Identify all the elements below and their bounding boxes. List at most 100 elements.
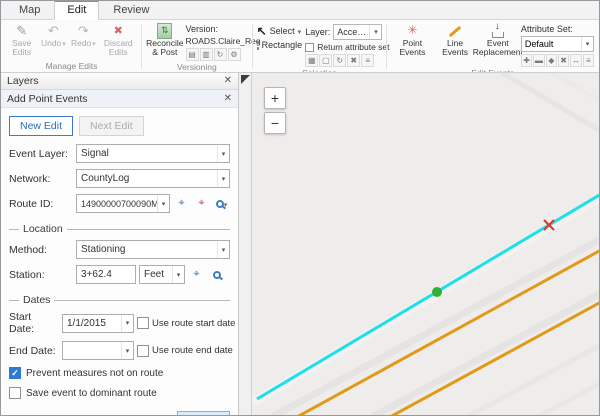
use-route-start-date-checkbox[interactable] [137,317,149,329]
boundary-line-1[interactable] [297,250,599,416]
station-input[interactable]: 3+62.4 [76,265,136,284]
end-date-dropdown-icon[interactable] [121,342,133,359]
station-unit-dropdown-icon[interactable] [172,266,184,283]
select-tool-button[interactable]: Select [257,24,304,38]
faint-road [552,73,599,101]
point-events-label: Point Events [393,39,431,58]
zoom-to-route-button[interactable] [213,195,230,212]
route-id-label: Route ID: [9,198,73,210]
point-events-button[interactable]: Point Events [391,22,433,67]
station-row: Station: 3+62.4 Feet ⌖ [9,265,230,284]
add-event-icon[interactable]: ✚ [521,54,532,67]
save-edits-button[interactable]: Save Edits [6,22,37,60]
network-select[interactable]: CountyLog [76,169,230,188]
attribute-set-label: Attribute Set: [521,24,573,34]
end-date-input[interactable] [62,341,134,360]
zoom-out-button[interactable]: − [264,112,286,134]
redo-dropdown-icon[interactable] [92,39,96,49]
dates-section-header: Dates [9,294,230,306]
route-id-dropdown-icon[interactable] [157,195,169,212]
reconcile-post-label: Reconcile & Post [146,39,183,58]
move-event-icon[interactable]: ↔ [570,54,581,67]
undo-icon [48,23,59,39]
new-edit-button[interactable]: New Edit [9,116,73,136]
reconcile-post-icon [157,23,172,39]
zoom-to-route-icon [216,200,224,208]
pick-station-on-map-icon[interactable]: ⌖ [188,266,205,283]
station-value: 3+62.4 [81,269,135,280]
split-event-icon[interactable]: ▬ [533,54,544,67]
selection-options-icon[interactable]: ≡ [361,54,374,67]
version-settings-icon[interactable]: ⚙ [228,48,241,61]
pick-route-icon[interactable]: ⌖ [193,195,210,212]
undo-dropdown-icon[interactable] [62,39,66,49]
rectangle-tool-button[interactable]: Rectangle [257,40,304,50]
line-events-icon [449,25,462,36]
tab-map[interactable]: Map [7,2,52,19]
route-id-combo[interactable]: 14900000700090M01 [76,194,170,213]
application-window: Map Edit Review Save Edits Undo Redo [0,0,600,416]
route-id-value: 14900000700090M01 [81,199,157,209]
event-options-icon[interactable]: ≡ [583,54,594,67]
event-layer-select[interactable]: Signal [76,144,230,163]
start-date-dropdown-icon[interactable] [121,315,133,332]
prevent-measures-checkbox[interactable] [9,367,21,379]
redo-button[interactable]: Redo [69,22,97,60]
map-view[interactable]: + − [252,73,599,416]
start-date-value: 1/1/2015 [67,318,121,329]
start-date-row: Start Date: 1/1/2015 Use route start dat… [9,311,230,335]
ribbon-separator [386,24,387,69]
event-layer-dropdown-icon[interactable] [217,145,229,162]
group-label-manage-edits: Manage Edits [3,61,140,72]
use-route-end-date-label: Use route end date [152,345,233,356]
attribute-set-dropdown-icon[interactable] [581,37,593,51]
tab-review[interactable]: Review [101,2,161,19]
next-edit-button[interactable]: Next Edit [79,116,144,136]
attribute-set-select[interactable]: Default [521,36,594,52]
version-table-icon[interactable]: ▥ [200,48,213,61]
select-dropdown-icon[interactable] [298,26,302,36]
pane-close-icon[interactable]: ✕ [224,94,232,104]
method-dropdown-icon[interactable] [217,241,229,258]
rectangle-icon [257,41,259,50]
start-date-input[interactable]: 1/1/2015 [62,314,134,333]
line-events-button[interactable]: Line Events [435,22,474,67]
select-route-on-map-icon[interactable]: ⌖ [173,195,190,212]
use-route-end-date-checkbox[interactable] [137,345,149,357]
layers-close-icon[interactable]: ✕ [224,76,232,86]
use-route-start-date-label: Use route start date [152,318,235,329]
version-refresh-icon[interactable]: ↻ [214,48,227,61]
faint-road [272,239,599,416]
reselect-icon[interactable]: ↻ [333,54,346,67]
delete-event-icon[interactable]: ✖ [558,54,569,67]
pane-collapse-strip[interactable] [239,73,252,416]
zoom-to-station-button[interactable] [208,266,225,283]
reconcile-post-button[interactable]: Reconcile & Post [146,22,183,61]
event-replacement-button[interactable]: Event Replacement [477,22,519,67]
version-list-icon[interactable]: ▤ [186,48,199,61]
next-button[interactable]: Next > [177,411,230,416]
layer-select[interactable]: Access_Control [333,24,382,40]
network-dropdown-icon[interactable] [217,170,229,187]
select-none-icon[interactable]: ▢ [319,54,332,67]
zoom-in-button[interactable]: + [264,87,286,109]
collapse-triangle-icon [241,75,250,84]
layer-dropdown-icon[interactable] [369,25,381,39]
return-attribute-set-checkbox[interactable] [305,43,314,52]
clear-selection-icon[interactable]: ✖ [347,54,360,67]
event-layer-row: Event Layer: Signal [9,144,230,163]
station-unit-select[interactable]: Feet [139,265,185,284]
return-attribute-set-row[interactable]: Return attribute set [305,42,382,52]
discard-edits-button[interactable]: Discard Edits [99,22,137,60]
select-all-icon[interactable]: ▦ [305,54,318,67]
tab-edit[interactable]: Edit [54,0,99,20]
point-event-marker[interactable] [432,287,442,297]
group-versioning: Reconcile & Post Version: ROADS.Claire_R… [143,21,250,72]
retire-event-icon[interactable]: ◆ [546,54,557,67]
save-dominant-checkbox[interactable] [9,387,21,399]
undo-label: Undo [41,39,61,48]
network-value: CountyLog [81,173,217,184]
undo-button[interactable]: Undo [39,22,67,60]
layer-value: Access_Control [337,27,369,37]
method-select[interactable]: Stationing [76,240,230,259]
